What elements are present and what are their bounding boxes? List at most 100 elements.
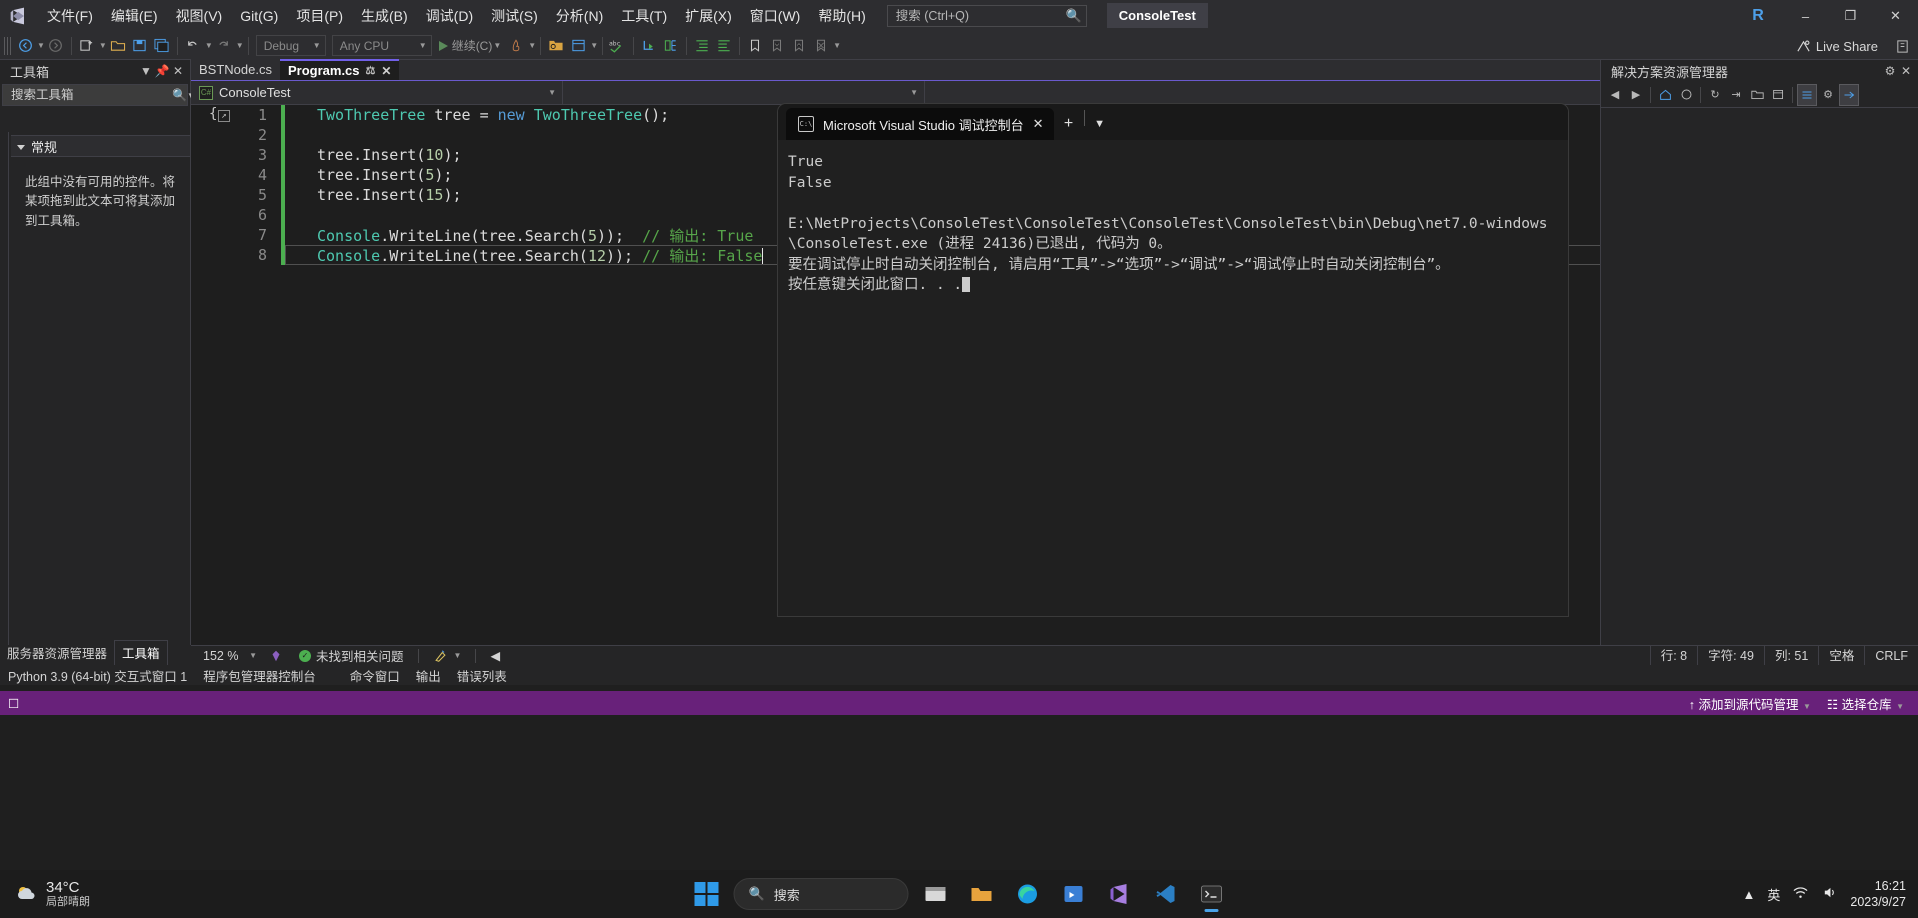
home-icon[interactable] — [1655, 84, 1675, 106]
open-file-icon[interactable] — [107, 34, 129, 58]
hot-reload-icon[interactable] — [505, 34, 527, 58]
global-search-box[interactable]: 🔍 — [886, 4, 1087, 27]
zoom-level-combo[interactable]: 152 % ▼ — [197, 647, 261, 665]
dock-tab-error-list[interactable]: 错误列表 — [449, 666, 515, 685]
menu-help[interactable]: 帮助(H) — [809, 0, 874, 32]
show-all-files-icon[interactable] — [545, 34, 567, 58]
close-icon[interactable]: ✕ — [1033, 116, 1044, 132]
back-icon[interactable]: ◀ — [1605, 84, 1625, 106]
next-bookmark-icon[interactable] — [788, 34, 810, 58]
document-tab-bstnode[interactable]: BSTNode.cs — [191, 59, 280, 80]
visual-studio-taskbar-icon[interactable] — [1101, 874, 1139, 914]
maximize-button[interactable]: ❐ — [1828, 0, 1873, 32]
toolbox-search-input[interactable] — [11, 88, 172, 102]
global-search-input[interactable] — [895, 8, 1066, 23]
file-explorer-icon[interactable] — [917, 874, 955, 914]
live-share-settings-icon[interactable] — [1895, 32, 1910, 60]
close-icon[interactable]: ✕ — [381, 64, 391, 78]
folder-icon[interactable] — [963, 874, 1001, 914]
show-all-files-icon[interactable] — [1747, 84, 1767, 106]
minimize-button[interactable]: – — [1783, 0, 1828, 32]
code-cleanup-button[interactable]: ▼ — [425, 649, 470, 663]
console-tab[interactable]: C:\ Microsoft Visual Studio 调试控制台 ✕ — [786, 108, 1054, 140]
save-icon[interactable] — [129, 34, 151, 58]
menu-window[interactable]: 窗口(W) — [741, 0, 810, 32]
new-project-dropdown-icon[interactable]: ▼ — [99, 41, 107, 50]
navigate-forward-icon[interactable] — [45, 34, 67, 58]
gear-icon[interactable]: ⚙ — [1882, 64, 1898, 78]
store-icon[interactable] — [1055, 874, 1093, 914]
document-tab-program[interactable]: Program.cs ⚖ ✕ — [279, 59, 400, 80]
spell-check-icon[interactable]: abc — [607, 34, 629, 58]
nav-type-dropdown[interactable]: ▼ — [563, 81, 925, 104]
intellicode-status[interactable] — [261, 649, 291, 663]
new-tab-icon[interactable]: + — [1054, 108, 1084, 140]
properties-icon[interactable] — [1768, 84, 1788, 106]
menu-build[interactable]: 生成(B) — [352, 0, 417, 32]
properties-window-icon[interactable] — [567, 34, 589, 58]
close-button[interactable]: ✕ — [1873, 0, 1918, 32]
navigate-back-icon[interactable] — [14, 34, 36, 58]
pin-icon[interactable]: 📌 — [154, 64, 170, 78]
redo-dropdown-icon[interactable]: ▼ — [236, 41, 244, 50]
dock-tab-command-window[interactable]: 命令窗口 — [342, 666, 408, 685]
windows-start-icon[interactable] — [688, 874, 726, 914]
live-share-button[interactable]: Live Share — [1796, 32, 1878, 60]
menu-file[interactable]: 文件(F) — [38, 0, 102, 32]
dock-tab-toolbox[interactable]: 工具箱 — [114, 640, 168, 665]
navigate-back-dropdown-icon[interactable]: ▼ — [37, 41, 45, 50]
step-over-icon[interactable] — [660, 34, 682, 58]
dock-tab-output[interactable]: 输出 — [408, 666, 449, 685]
menu-debug[interactable]: 调试(D) — [417, 0, 482, 32]
continue-button[interactable]: 继续(C) ▼ — [435, 37, 506, 54]
weather-widget[interactable]: 34°C 局部晴朗 — [0, 879, 90, 909]
search-solution-icon[interactable]: ⚙ — [1818, 84, 1838, 106]
menu-test[interactable]: 测试(S) — [482, 0, 547, 32]
notifications-icon[interactable]: ☐ — [8, 696, 19, 711]
redo-icon[interactable] — [213, 34, 235, 58]
step-into-icon[interactable] — [638, 34, 660, 58]
toolbox-search-box[interactable]: 🔍 ▼ — [2, 84, 195, 106]
save-all-icon[interactable] — [151, 34, 173, 58]
indent-icon[interactable] — [691, 34, 713, 58]
platform-combo[interactable]: Any CPU ▼ — [331, 35, 432, 56]
tray-expand-icon[interactable]: ▲ — [1743, 887, 1756, 902]
menu-analyze[interactable]: 分析(N) — [547, 0, 612, 32]
dock-tab-python-interactive[interactable]: Python 3.9 (64-bit) 交互式窗口 1 — [0, 666, 195, 685]
nav-project-dropdown[interactable]: C# ConsoleTest ▼ — [191, 81, 563, 104]
undo-icon[interactable] — [182, 34, 204, 58]
chevron-down-icon[interactable]: ▼ — [138, 64, 154, 78]
pin-icon[interactable]: ⚖ — [366, 64, 376, 77]
new-project-icon[interactable] — [76, 34, 98, 58]
menu-edit[interactable]: 编辑(E) — [102, 0, 167, 32]
clear-bookmarks-icon[interactable] — [810, 34, 832, 58]
build-configuration-combo[interactable]: Debug ▼ — [255, 35, 326, 56]
terminal-taskbar-icon[interactable] — [1193, 874, 1231, 914]
edge-icon[interactable] — [1009, 874, 1047, 914]
vscode-icon[interactable] — [1147, 874, 1185, 914]
wifi-icon[interactable] — [1792, 885, 1809, 903]
bookmark-icon[interactable] — [744, 34, 766, 58]
menu-git[interactable]: Git(G) — [231, 0, 287, 32]
solutions-view-toggle[interactable] — [1797, 83, 1817, 106]
toolbar-grip[interactable] — [4, 36, 12, 55]
taskbar-search-box[interactable]: 🔍 搜索 — [733, 878, 909, 910]
collapse-all-icon[interactable]: ⇥ — [1726, 84, 1746, 106]
debug-console-window[interactable]: C:\ Microsoft Visual Studio 调试控制台 ✕ + ▼ … — [778, 104, 1568, 616]
issues-status[interactable]: ✓ 未找到相关问题 — [291, 646, 412, 665]
hot-reload-dropdown-icon[interactable]: ▼ — [528, 41, 536, 50]
outdent-icon[interactable] — [713, 34, 735, 58]
taskbar-clock[interactable]: 16:21 2023/9/27 — [1850, 878, 1906, 910]
select-repository-button[interactable]: ☷ 选择仓库 ▼ — [1827, 694, 1904, 713]
refresh-icon[interactable]: ↻ — [1705, 84, 1725, 106]
volume-icon[interactable] — [1821, 885, 1838, 903]
menu-project[interactable]: 项目(P) — [287, 0, 352, 32]
pending-changes-icon[interactable] — [1676, 84, 1696, 106]
previous-bookmark-icon[interactable] — [766, 34, 788, 58]
forward-icon[interactable]: ▶ — [1626, 84, 1646, 106]
dock-tab-server-explorer[interactable]: 服务器资源管理器 — [0, 641, 114, 665]
menu-extensions[interactable]: 扩展(X) — [676, 0, 741, 32]
dock-tab-package-manager-console[interactable]: 程序包管理器控制台 — [195, 666, 324, 685]
account-avatar[interactable]: R — [1743, 1, 1773, 31]
toolbox-group-general[interactable]: 常规 — [11, 135, 190, 157]
